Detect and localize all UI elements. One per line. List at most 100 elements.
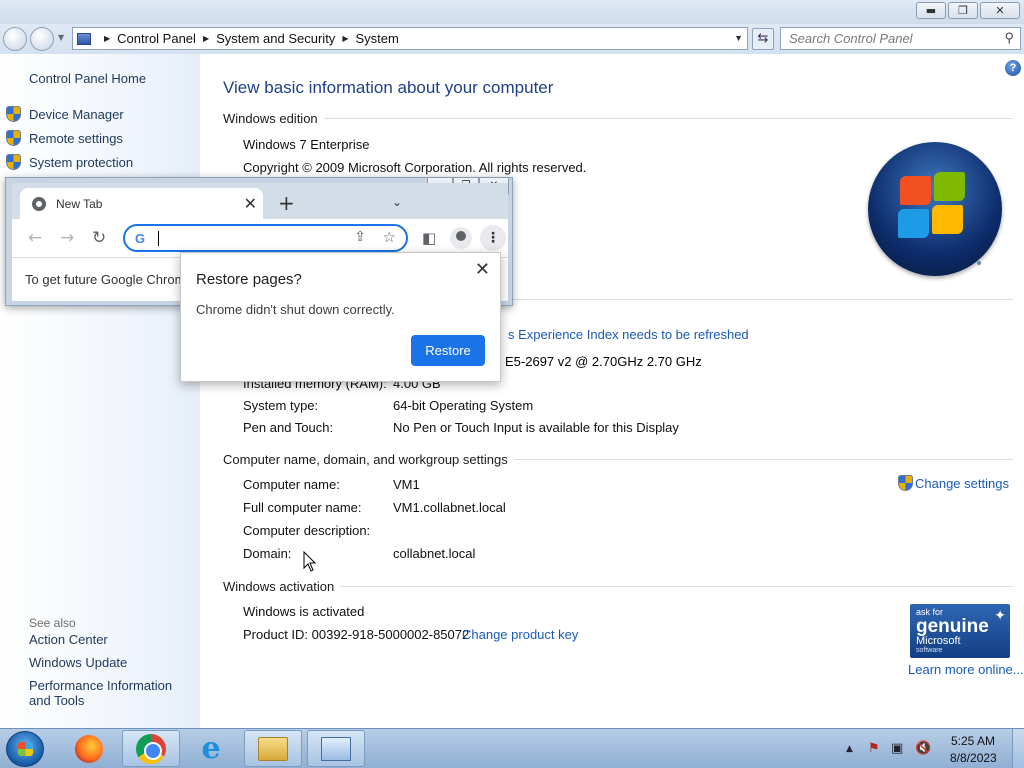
chrome-tabstrip: New Tab ✕ + ⌄	[12, 183, 508, 220]
genuine-microsoft-badge[interactable]: ask for genuine Microsoft software ✦	[910, 604, 1010, 658]
device-manager-link[interactable]: Device Manager	[6, 106, 124, 122]
profile-avatar-icon[interactable]	[450, 227, 472, 249]
windows-update-link[interactable]: Windows Update	[29, 655, 127, 670]
refresh-button[interactable]: ⇆	[752, 28, 774, 50]
window-titlebar: ▬ ❐ ✕	[0, 0, 1024, 24]
popup-title: Restore pages?	[196, 271, 302, 288]
device-manager-label[interactable]: Device Manager	[29, 107, 124, 122]
performance-info-link[interactable]: Performance Information and Tools	[29, 678, 194, 708]
computer-name-label: Computer name:	[243, 477, 340, 492]
windows-edition-heading-text: Windows edition	[223, 111, 318, 126]
window-caption-buttons: ▬ ❐ ✕	[916, 2, 1020, 19]
popup-close-icon[interactable]: ✕	[475, 259, 490, 280]
google-g-icon: G	[135, 231, 146, 246]
taskbar-control-panel[interactable]	[307, 730, 365, 767]
pen-touch-label: Pen and Touch:	[243, 420, 334, 435]
popup-message: Chrome didn't shut down correctly.	[196, 302, 395, 317]
chevron-right-icon[interactable]: ▶	[203, 34, 209, 43]
show-hidden-icons-icon[interactable]: ▲	[846, 744, 853, 754]
page-title: View basic information about your comput…	[223, 78, 554, 97]
help-icon[interactable]: ?	[1005, 60, 1021, 76]
search-input[interactable]: Search Control Panel ⚲	[780, 27, 1021, 50]
control-panel-icon	[321, 736, 351, 761]
close-button[interactable]: ✕	[980, 2, 1020, 19]
breadcrumb-system-and-security[interactable]: System and Security	[216, 31, 335, 46]
side-panel-icon[interactable]: ◧	[422, 228, 436, 248]
chevron-right-icon[interactable]: ▶	[104, 34, 110, 43]
change-settings-link[interactable]: Change settings	[898, 475, 1009, 491]
system-protection-label[interactable]: System protection	[29, 155, 133, 170]
maximize-button[interactable]: ❐	[948, 2, 978, 19]
omnibox-input[interactable]: G ⇪ ☆	[123, 224, 408, 252]
remote-settings-label[interactable]: Remote settings	[29, 131, 123, 146]
bookmark-star-icon[interactable]: ☆	[383, 228, 396, 246]
genuine-line-3: Microsoft	[916, 635, 961, 647]
chevron-right-icon[interactable]: ▶	[342, 34, 348, 43]
logo-quadrant	[898, 209, 929, 238]
edition-name: Windows 7 Enterprise	[243, 137, 370, 152]
volume-muted-icon[interactable]: 🔇	[915, 741, 931, 756]
tab-search-chevron-icon[interactable]: ⌄	[392, 195, 402, 209]
shield-icon	[6, 154, 21, 170]
change-settings-label[interactable]: Change settings	[915, 476, 1009, 491]
network-icon[interactable]: ▣	[891, 741, 903, 756]
internet-explorer-icon: e	[201, 730, 221, 766]
logo-quadrant	[900, 176, 931, 205]
new-tab-button[interactable]: +	[278, 193, 295, 213]
breadcrumb-control-panel[interactable]: Control Panel	[117, 31, 196, 46]
left-pane: Control Panel Home Device Manager Remote…	[0, 54, 200, 728]
chrome-icon	[136, 733, 166, 764]
infobar-text: To get future Google Chrom	[25, 272, 186, 287]
main-content: ? View basic information about your comp…	[200, 54, 1024, 728]
start-button[interactable]	[6, 731, 44, 767]
logo-quadrant	[934, 172, 965, 201]
address-dropdown-icon[interactable]: ▼	[734, 33, 743, 43]
control-panel-icon	[77, 32, 91, 45]
chrome-menu-icon[interactable]: ⋮	[480, 225, 506, 251]
search-placeholder: Search Control Panel	[789, 31, 913, 46]
show-desktop-button[interactable]	[1012, 729, 1024, 768]
search-icon[interactable]: ⚲	[1004, 30, 1014, 46]
chrome-tab[interactable]: New Tab ✕	[20, 188, 263, 220]
forward-button[interactable]	[30, 27, 54, 51]
shield-icon	[6, 106, 21, 122]
back-button[interactable]	[3, 27, 27, 51]
taskbar-internet-explorer[interactable]: e	[182, 730, 240, 767]
activation-status: Windows is activated	[243, 604, 365, 619]
tab-title: New Tab	[56, 197, 103, 211]
action-center-link[interactable]: Action Center	[29, 632, 108, 647]
mouse-cursor-icon	[303, 551, 317, 572]
system-protection-link[interactable]: System protection	[6, 154, 133, 170]
clock-time[interactable]: 5:25 AM	[951, 734, 995, 748]
clock-date[interactable]: 8/8/2023	[950, 751, 997, 765]
domain-label: Domain:	[243, 546, 292, 561]
taskbar-chrome[interactable]	[122, 730, 180, 767]
full-computer-name-label: Full computer name:	[243, 500, 362, 515]
shield-icon	[898, 475, 913, 491]
breadcrumb-system[interactable]: System	[355, 31, 398, 46]
windows-edition-heading: Windows edition	[223, 111, 1013, 126]
taskbar-firefox[interactable]	[60, 730, 118, 767]
minimize-button[interactable]: ▬	[916, 2, 946, 19]
chrome-forward-icon[interactable]: →	[60, 228, 74, 248]
tab-close-icon[interactable]: ✕	[244, 194, 257, 214]
star-icon: ✦	[994, 607, 1006, 623]
remote-settings-link[interactable]: Remote settings	[6, 130, 123, 146]
computer-name-value: VM1	[393, 477, 420, 492]
share-icon[interactable]: ⇪	[354, 229, 366, 245]
address-bar[interactable]: ▶ Control Panel ▶ System and Security ▶ …	[72, 27, 748, 50]
experience-index-link[interactable]: s Experience Index needs to be refreshed	[508, 327, 749, 342]
chrome-reload-icon[interactable]: ↻	[92, 228, 106, 248]
change-product-key-link[interactable]: Change product key	[462, 627, 578, 642]
taskbar-explorer[interactable]	[244, 730, 302, 767]
restore-button[interactable]: Restore	[411, 335, 485, 366]
learn-more-link[interactable]: Learn more online...	[908, 662, 1024, 677]
recent-pages-arrow-icon[interactable]: ▼	[58, 33, 64, 42]
action-center-flag-icon[interactable]: ⚑	[868, 741, 880, 756]
see-also-heading: See also	[29, 616, 76, 630]
control-panel-home-link[interactable]: Control Panel Home	[29, 71, 146, 86]
system-tray: ▲ ⚑ ▣ 🔇 5:25 AM 8/8/2023	[840, 729, 1024, 768]
computer-name-heading-text: Computer name, domain, and workgroup set…	[223, 452, 508, 467]
chrome-back-icon[interactable]: ←	[28, 228, 42, 248]
processor-value: E5-2697 v2 @ 2.70GHz 2.70 GHz	[505, 354, 702, 369]
